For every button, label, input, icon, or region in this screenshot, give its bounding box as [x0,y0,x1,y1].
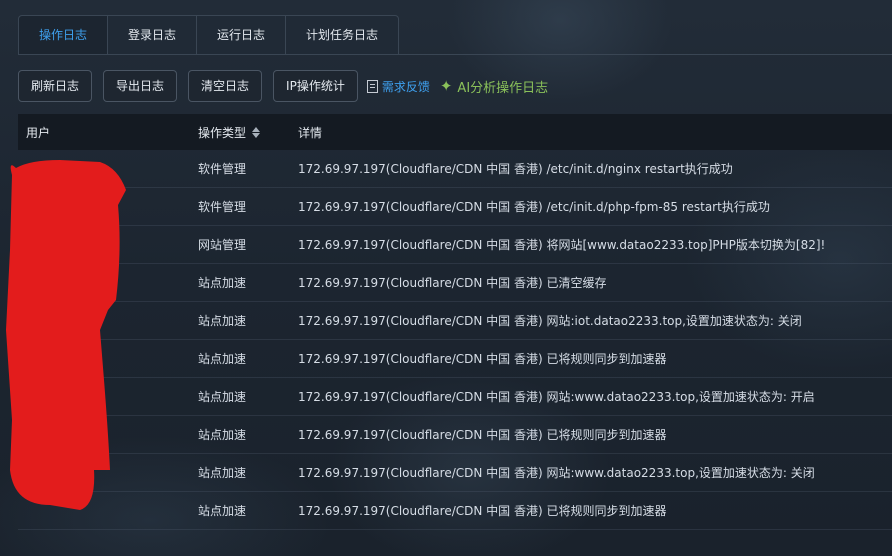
cell-type: 站点加速 [198,466,247,480]
table-row: 网站管理 172.69.97.197(Cloudflare/CDN 中国 香港) … [18,226,892,264]
table-row: 软件管理 172.69.97.197(Cloudflare/CDN 中国 香港) … [18,188,892,226]
table-row: 站点加速 172.69.97.197(Cloudflare/CDN 中国 香港) … [18,302,892,340]
log-table: 用户 操作类型 详情 软件管理 172.69.97.197(Cloudflare/… [18,114,892,530]
cell-detail: 172.69.97.197(Cloudflare/CDN 中国 香港) 将网站[… [298,238,826,252]
document-icon [366,79,378,93]
cell-type: 软件管理 [198,200,247,214]
cell-detail: 172.69.97.197(Cloudflare/CDN 中国 香港) /etc… [298,162,733,176]
tab-divider [18,54,892,55]
header-detail: 详情 [298,125,323,140]
tab-cron-log[interactable]: 计划任务日志 [286,15,400,55]
redaction-mark [6,160,126,510]
cell-detail: 172.69.97.197(Cloudflare/CDN 中国 香港) 已将规则… [298,352,667,366]
cell-type: 软件管理 [198,162,247,176]
cell-detail: 172.69.97.197(Cloudflare/CDN 中国 香港) 网站:w… [298,390,815,404]
feedback-label: 需求反馈 [381,79,430,94]
table-row: 站点加速 172.69.97.197(Cloudflare/CDN 中国 香港) … [18,264,892,302]
ai-analyze-label: AI分析操作日志 [457,80,549,96]
cell-type: 站点加速 [198,276,247,290]
cell-detail: 172.69.97.197(Cloudflare/CDN 中国 香港) /etc… [298,200,770,214]
header-type-label: 操作类型 [198,125,247,140]
cell-type: 站点加速 [198,390,247,404]
cell-detail: 172.69.97.197(Cloudflare/CDN 中国 香港) 已将规则… [298,428,667,442]
cell-type: 站点加速 [198,352,247,366]
table-header: 用户 操作类型 详情 [18,114,892,150]
table-row: 站点加速 172.69.97.197(Cloudflare/CDN 中国 香港) … [18,340,892,378]
sort-icon[interactable] [252,126,261,138]
cell-type: 站点加速 [198,314,247,328]
cell-type: 站点加速 [198,504,247,518]
table-row: 站点加速 172.69.97.197(Cloudflare/CDN 中国 香港) … [18,492,892,530]
feedback-link[interactable]: 需求反馈 [366,78,430,95]
table-row: 站点加速 172.69.97.197(Cloudflare/CDN 中国 香港) … [18,454,892,492]
cell-type: 网站管理 [198,238,247,252]
cell-detail: 172.69.97.197(Cloudflare/CDN 中国 香港) 网站:w… [298,466,815,480]
cell-type: 站点加速 [198,428,247,442]
table-body: 软件管理 172.69.97.197(Cloudflare/CDN 中国 香港) … [18,150,892,530]
cell-detail: 172.69.97.197(Cloudflare/CDN 中国 香港) 网站:i… [298,314,802,328]
table-row: 站点加速 172.69.97.197(Cloudflare/CDN 中国 香港) … [18,416,892,454]
header-type[interactable]: 操作类型 [198,124,298,141]
cell-detail: 172.69.97.197(Cloudflare/CDN 中国 香港) 已将规则… [298,504,667,518]
ip-stats-button[interactable]: IP操作统计 [273,70,358,102]
ai-analyze-link[interactable]: ✦ AI分析操作日志 [440,77,548,96]
table-row: 软件管理 172.69.97.197(Cloudflare/CDN 中国 香港) … [18,150,892,188]
table-row: 站点加速 172.69.97.197(Cloudflare/CDN 中国 香港) … [18,378,892,416]
clear-log-button[interactable]: 清空日志 [188,70,263,102]
cell-detail: 172.69.97.197(Cloudflare/CDN 中国 香港) 已清空缓… [298,276,607,290]
sparkle-icon: ✦ [439,77,453,95]
tab-run-log[interactable]: 运行日志 [197,15,287,55]
